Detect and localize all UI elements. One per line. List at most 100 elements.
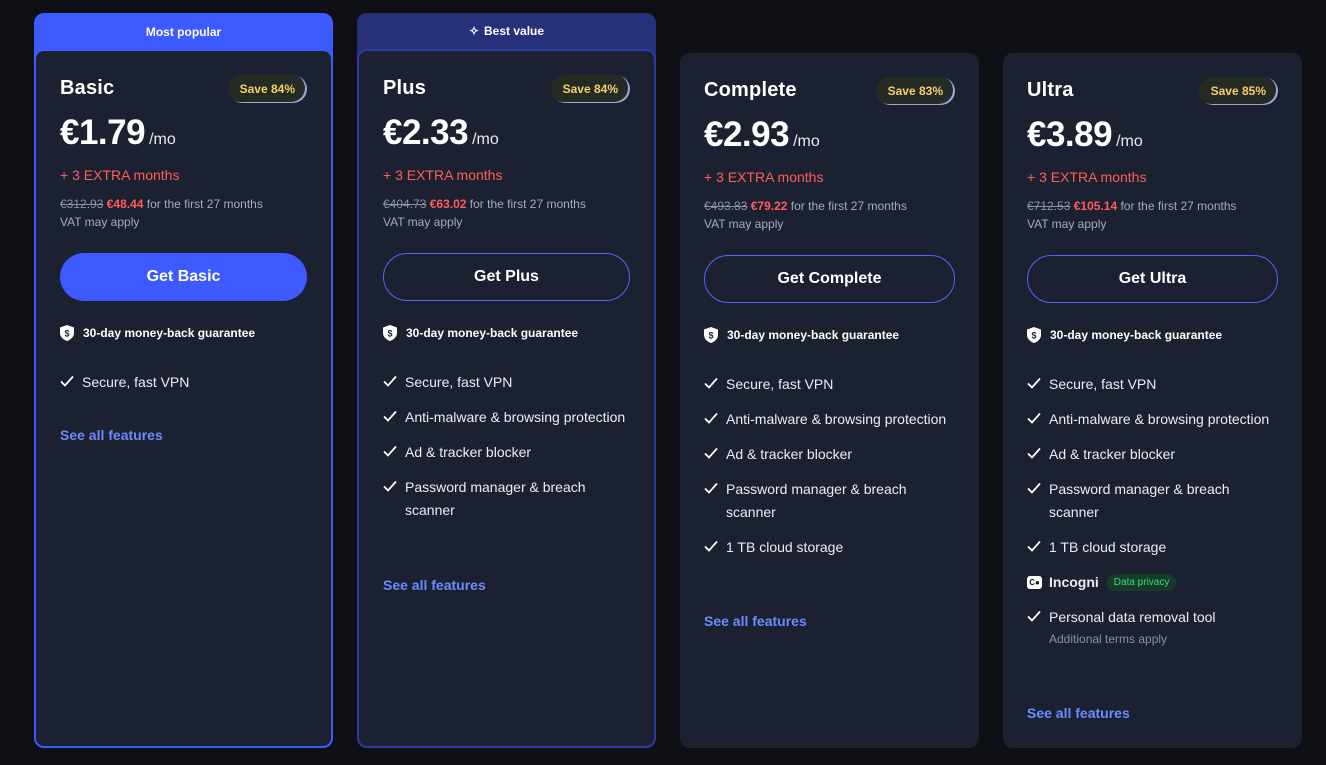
billing-info: €493.83 €79.22 for the first 27 months V… [704, 197, 907, 233]
price: €3.89 [1027, 115, 1113, 154]
save-badge: Save 84% [550, 75, 630, 103]
checkmark-icon [704, 482, 718, 494]
old-price: €312.93 [60, 197, 104, 211]
feature-item: 1 TB cloud storage [1027, 536, 1282, 559]
feature-item: Secure, fast VPN [704, 373, 959, 396]
new-price: €48.44 [106, 197, 144, 211]
vat-note: VAT may apply [60, 215, 140, 229]
feature-label: Secure, fast VPN [82, 374, 190, 390]
feature-label: Personal data removal tool [1049, 609, 1216, 625]
feature-label: Ad & tracker blocker [405, 444, 532, 460]
feature-item: Ad & tracker blocker [383, 441, 634, 464]
get-plus-button[interactable]: Get Plus [383, 253, 630, 301]
feature-label: Anti-malware & browsing protection [405, 409, 626, 425]
feature-list: Secure, fast VPN [60, 371, 311, 406]
banner-label: Most popular [145, 25, 222, 39]
money-back-guarantee: $ 30-day money-back guarantee [1027, 327, 1222, 343]
guarantee-text: 30-day money-back guarantee [1050, 328, 1223, 342]
feature-item: Ad & tracker blocker [1027, 443, 1282, 466]
feature-item: Password manager & breach scanner [383, 476, 634, 522]
feature-label: Ad & tracker blocker [1049, 446, 1176, 462]
feature-item: 1 TB cloud storage [704, 536, 959, 559]
feature-list: Secure, fast VPN Anti-malware & browsing… [1027, 373, 1282, 659]
feature-label: Secure, fast VPN [405, 374, 513, 390]
shield-dollar-icon: $ [60, 325, 74, 341]
see-all-features-link[interactable]: See all features [704, 613, 807, 629]
extra-months: + 3 EXTRA months [383, 167, 503, 183]
feature-label: Password manager & breach scanner [405, 479, 586, 518]
checkmark-icon [1027, 540, 1041, 552]
feature-item: Secure, fast VPN [60, 371, 311, 394]
checkmark-icon [704, 447, 718, 459]
plan-card-body: Basic Save 84% €1.79/mo + 3 EXTRA months… [34, 49, 333, 748]
plan-name: Plus [383, 77, 427, 99]
checkmark-icon [1027, 377, 1041, 389]
price: €2.93 [704, 115, 790, 154]
plan-card-ultra: Ultra Save 85% €3.89/mo + 3 EXTRA months… [1003, 53, 1302, 748]
plan-card-plus: ✧ Best value Plus Save 84% €2.33/mo + 3 … [357, 13, 656, 748]
save-badge: Save 83% [875, 77, 955, 105]
incogni-logo-icon: C● [1027, 576, 1042, 589]
feature-label: Password manager & breach scanner [1049, 481, 1230, 520]
billing-period: for the first 27 months [1120, 199, 1237, 213]
guarantee-text: 30-day money-back guarantee [727, 328, 900, 342]
checkmark-icon [1027, 447, 1041, 459]
shield-dollar-icon: $ [1027, 327, 1041, 343]
guarantee-text: 30-day money-back guarantee [83, 326, 256, 340]
banner-label: Best value [484, 24, 545, 38]
feature-item: Anti-malware & browsing protection [1027, 408, 1282, 431]
feature-item: Secure, fast VPN [383, 371, 634, 394]
shield-dollar-icon: $ [704, 327, 718, 343]
get-ultra-button[interactable]: Get Ultra [1027, 255, 1278, 303]
svg-text:$: $ [387, 329, 392, 339]
checkmark-icon [1027, 412, 1041, 424]
see-all-features-link[interactable]: See all features [60, 427, 163, 443]
extra-months: + 3 EXTRA months [60, 167, 180, 183]
get-basic-button[interactable]: Get Basic [60, 253, 307, 301]
checkmark-icon [1027, 482, 1041, 494]
feature-item: Password manager & breach scanner [704, 478, 959, 524]
see-all-features-link[interactable]: See all features [383, 577, 486, 593]
feature-label: Ad & tracker blocker [726, 446, 853, 462]
checkmark-icon [704, 377, 718, 389]
billing-period: for the first 27 months [469, 197, 586, 211]
plan-card-complete: Complete Save 83% €2.93/mo + 3 EXTRA mon… [680, 53, 979, 748]
feature-item: Ad & tracker blocker [704, 443, 959, 466]
old-price: €712.53 [1027, 199, 1071, 213]
feature-item: Anti-malware & browsing protection [704, 408, 959, 431]
billing-info: €712.53 €105.14 for the first 27 months … [1027, 197, 1237, 233]
feature-label: Anti-malware & browsing protection [726, 411, 947, 427]
plan-card-body: Complete Save 83% €2.93/mo + 3 EXTRA mon… [680, 53, 979, 748]
additional-terms-note: Additional terms apply [1049, 632, 1168, 646]
feature-list: Secure, fast VPN Anti-malware & browsing… [383, 371, 634, 534]
feature-label: 1 TB cloud storage [1049, 539, 1167, 555]
feature-label: Password manager & breach scanner [726, 481, 907, 520]
billing-period: for the first 27 months [790, 199, 907, 213]
svg-text:$: $ [708, 331, 713, 341]
old-price: €404.73 [383, 197, 427, 211]
checkmark-icon [383, 445, 397, 457]
price-period: /mo [1116, 133, 1143, 150]
new-price: €79.22 [750, 199, 788, 213]
checkmark-icon [1027, 610, 1041, 622]
save-badge: Save 85% [1198, 77, 1278, 105]
incogni-label: Incogni [1049, 574, 1099, 590]
extra-months: + 3 EXTRA months [704, 169, 824, 185]
plan-name: Basic [60, 77, 115, 99]
feature-list: Secure, fast VPN Anti-malware & browsing… [704, 373, 959, 571]
vat-note: VAT may apply [704, 217, 784, 231]
checkmark-icon [383, 375, 397, 387]
feature-item: Password manager & breach scanner [1027, 478, 1282, 524]
old-price: €493.83 [704, 199, 748, 213]
svg-text:$: $ [1031, 331, 1036, 341]
sparkle-icon: ✧ [468, 24, 480, 38]
billing-info: €312.93 €48.44 for the first 27 months V… [60, 195, 263, 231]
feature-label: Anti-malware & browsing protection [1049, 411, 1270, 427]
extra-months: + 3 EXTRA months [1027, 169, 1147, 185]
plan-card-basic: Most popular Basic Save 84% €1.79/mo + 3… [34, 13, 333, 748]
get-complete-button[interactable]: Get Complete [704, 255, 955, 303]
price-period: /mo [149, 131, 176, 148]
feature-label: Secure, fast VPN [1049, 376, 1157, 392]
save-badge: Save 84% [227, 75, 307, 103]
see-all-features-link[interactable]: See all features [1027, 705, 1130, 721]
